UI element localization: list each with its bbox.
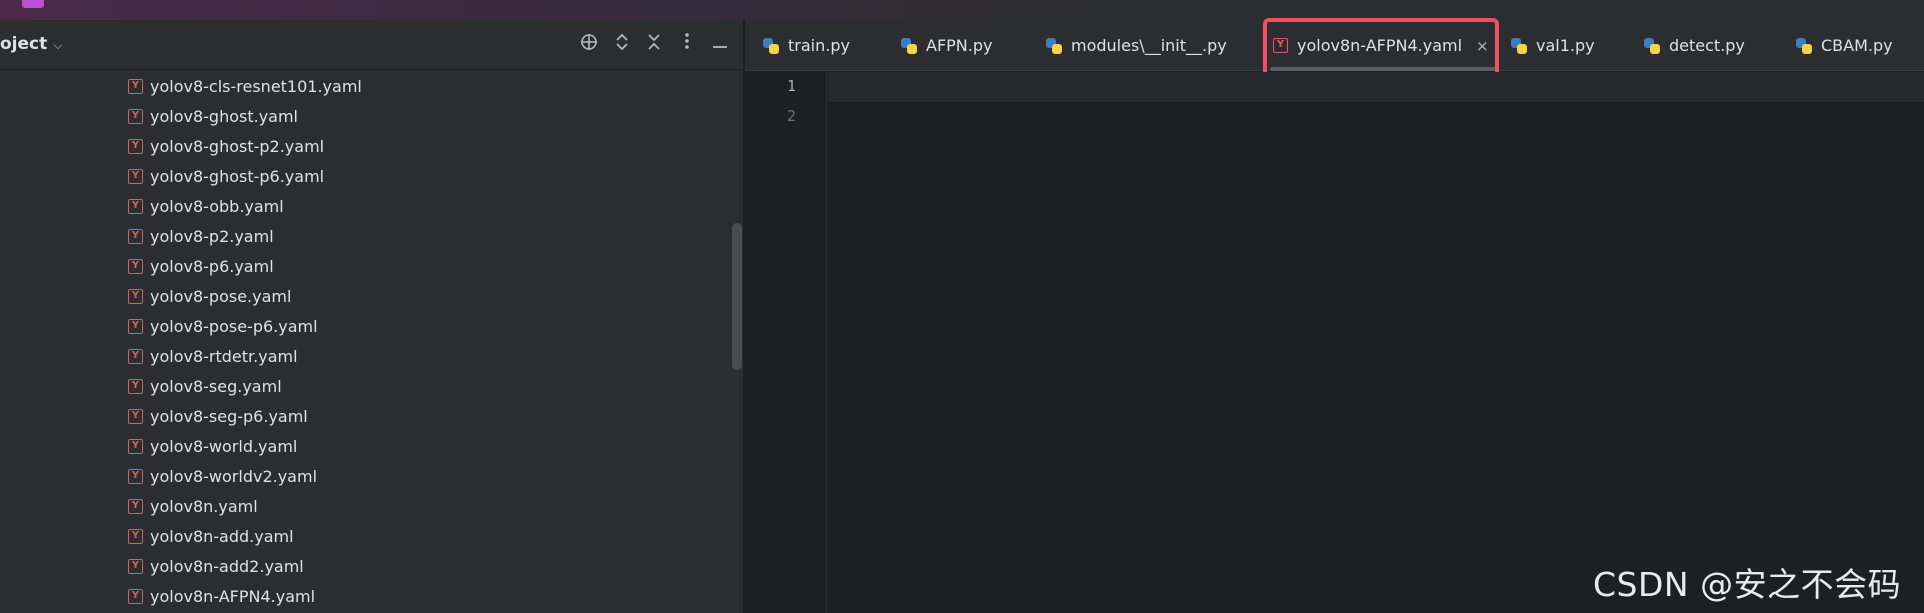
app-logo-icon <box>22 0 44 8</box>
tree-item-label: yolov8-p6.yaml <box>150 256 274 276</box>
yaml-file-icon: Y <box>128 438 143 454</box>
tab-afpn-py[interactable]: AFPN.py <box>900 20 992 71</box>
crosshair-icon[interactable] <box>577 32 601 56</box>
python-file-icon <box>1643 37 1661 55</box>
minimize-icon[interactable] <box>708 32 732 56</box>
collapse-all-icon[interactable] <box>642 32 666 56</box>
tree-item-file[interactable]: Yyolov8-p2.yaml <box>128 221 274 251</box>
tab-label: val1.py <box>1536 36 1595 55</box>
project-panel-header: oject ⌵ <box>0 20 744 70</box>
tree-item-label: yolov8-pose.yaml <box>150 286 292 306</box>
tree-item-label: yolov8-seg-p6.yaml <box>150 406 308 426</box>
yaml-file-icon: Y <box>128 288 143 304</box>
tree-item-label: yolov8-pose-p6.yaml <box>150 316 318 336</box>
python-file-icon <box>1510 37 1528 55</box>
tree-item-label: yolov8-rtdetr.yaml <box>150 346 298 366</box>
tree-item-file[interactable]: Yyolov8-p6.yaml <box>128 251 274 281</box>
tree-item-label: yolov8-seg.yaml <box>150 376 282 396</box>
tree-item-label: yolov8n-add.yaml <box>150 526 294 546</box>
tab-val1-py[interactable]: val1.py <box>1510 20 1595 71</box>
tree-item-file[interactable]: Yyolov8-world.yaml <box>128 431 297 461</box>
tab-modules-init-py[interactable]: modules\__init__.py <box>1045 20 1227 71</box>
tree-item-file[interactable]: Yyolov8-seg.yaml <box>128 371 282 401</box>
yaml-file-icon: Y <box>128 318 143 334</box>
tree-item-label: yolov8-ghost-p6.yaml <box>150 166 325 186</box>
yaml-file-icon: Y <box>128 498 143 514</box>
tree-item-label: yolov8-p2.yaml <box>150 226 274 246</box>
yaml-file-icon: Y <box>128 168 143 184</box>
tab-cbam-py[interactable]: CBAM.py <box>1795 20 1893 71</box>
tree-item-file[interactable]: Yyolov8-pose-p6.yaml <box>128 311 318 341</box>
python-file-icon <box>762 37 780 55</box>
tree-item-file[interactable]: Yyolov8n-add.yaml <box>128 521 294 551</box>
python-file-icon <box>900 37 918 55</box>
tree-item-label: yolov8-obb.yaml <box>150 196 284 216</box>
tree-item-label: yolov8-worldv2.yaml <box>150 466 318 486</box>
expand-all-icon[interactable] <box>610 32 634 56</box>
project-panel: oject ⌵ Yyolov8-cls-resnet101.yaml Yyolov… <box>0 20 744 613</box>
yaml-file-icon: Y <box>128 468 143 484</box>
yaml-file-icon: Y <box>128 348 143 364</box>
tree-item-file[interactable]: Yyolov8-cls-resnet101.yaml <box>128 71 362 101</box>
tree-item-file[interactable]: Yyolov8-rtdetr.yaml <box>128 341 298 371</box>
tree-item-label: yolov8-world.yaml <box>150 436 298 456</box>
tab-detect-py[interactable]: detect.py <box>1643 20 1745 71</box>
more-options-icon[interactable] <box>675 32 699 56</box>
title-bar <box>0 0 1924 20</box>
editor-area: train.py AFPN.py modules\__init__.py Y y… <box>745 18 1924 613</box>
tab-label: AFPN.py <box>926 36 993 55</box>
tree-item-file[interactable]: Yyolov8-worldv2.yaml <box>128 461 317 491</box>
tab-label: train.py <box>788 36 850 55</box>
project-scrollbar[interactable] <box>732 223 742 370</box>
tab-label: modules\__init__.py <box>1071 36 1227 55</box>
watermark-text: CSDN @安之不会码 <box>1593 565 1902 604</box>
project-view-selector[interactable]: oject ⌵ <box>0 34 62 54</box>
tree-item-file[interactable]: Yyolov8-pose.yaml <box>128 281 291 311</box>
yaml-file-icon: Y <box>128 108 143 124</box>
yaml-file-icon: Y <box>128 588 143 604</box>
tree-item-file[interactable]: Yyolov8-ghost.yaml <box>128 101 298 131</box>
tab-label: detect.py <box>1669 36 1745 55</box>
current-line-highlight <box>828 72 1924 102</box>
yaml-file-icon: Y <box>128 78 143 94</box>
tree-item-file[interactable]: Yyolov8-seg-p6.yaml <box>128 401 308 431</box>
tree-item-file[interactable]: Yyolov8n-add2.yaml <box>128 551 304 581</box>
chevron-down-icon[interactable]: ⌵ <box>53 38 62 52</box>
python-file-icon <box>1795 37 1813 55</box>
tree-item-file[interactable]: Yyolov8-ghost-p2.yaml <box>128 131 324 161</box>
tree-item-label: yolov8-ghost.yaml <box>150 106 298 126</box>
yaml-file-icon: Y <box>128 258 143 274</box>
yaml-file-icon: Y <box>128 228 143 244</box>
line-number: 1 <box>786 77 796 95</box>
tab-label: CBAM.py <box>1821 36 1893 55</box>
tree-item-file[interactable]: Yyolov8n.yaml <box>128 491 258 521</box>
yaml-file-icon: Y <box>128 138 143 154</box>
tree-item-file[interactable]: Yyolov8n-AFPN4.yaml <box>128 581 315 611</box>
yaml-file-icon: Y <box>128 558 143 574</box>
yaml-file-icon: Y <box>128 408 143 424</box>
project-title: oject <box>0 34 48 54</box>
tree-item-file[interactable]: Yyolov8-ghost-p6.yaml <box>128 161 324 191</box>
tree-item-label: yolov8-ghost-p2.yaml <box>150 136 325 156</box>
tree-item-label: yolov8-cls-resnet101.yaml <box>150 76 362 96</box>
tree-item-label: yolov8n.yaml <box>150 496 258 516</box>
tree-item-file[interactable]: Yyolov8-obb.yaml <box>128 191 284 221</box>
line-number: 2 <box>786 107 796 125</box>
yaml-file-icon: Y <box>128 378 143 394</box>
yaml-file-icon: Y <box>128 528 143 544</box>
tree-item-label: yolov8n-AFPN4.yaml <box>150 586 316 606</box>
tab-train-py[interactable]: train.py <box>762 20 850 71</box>
python-file-icon <box>1045 37 1063 55</box>
yaml-file-icon: Y <box>128 198 143 214</box>
tree-item-label: yolov8n-add2.yaml <box>150 556 304 576</box>
line-number-gutter: 1 2 <box>745 72 827 613</box>
